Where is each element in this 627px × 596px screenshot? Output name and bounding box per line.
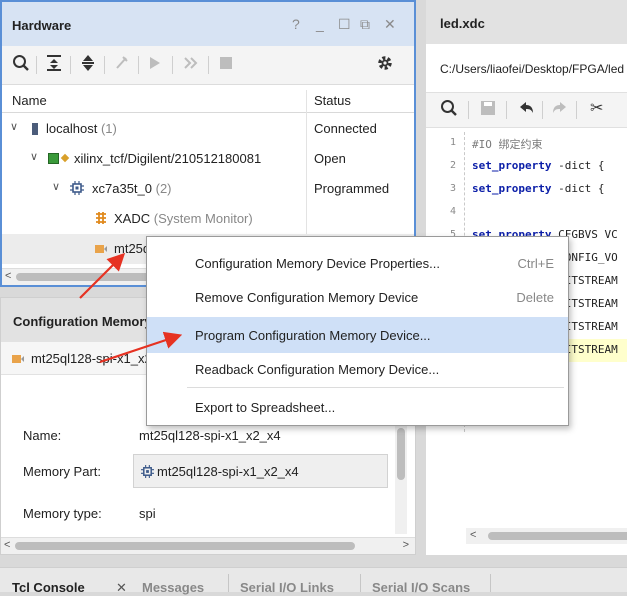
- cut-icon[interactable]: ✂: [590, 98, 603, 118]
- bottom-tab-bar: Tcl Console ✕ Messages Serial I/O Links …: [0, 567, 627, 595]
- tab-serial-io-scans[interactable]: Serial I/O Scans: [372, 580, 470, 595]
- field-value-memory-type: spi: [139, 506, 156, 521]
- status-text: Programmed: [314, 181, 390, 196]
- maximize-icon[interactable]: ☐: [338, 16, 351, 33]
- server-icon: [32, 123, 38, 135]
- field-value-memory-part: mt25ql128-spi-x1_x2_x4: [157, 464, 299, 479]
- search-icon[interactable]: [440, 99, 458, 122]
- scroll-thumb[interactable]: [16, 273, 156, 281]
- save-icon: [480, 99, 496, 122]
- scroll-thumb[interactable]: [488, 532, 627, 540]
- tree-label: localhost (1): [46, 121, 117, 136]
- memory-icon: [94, 242, 108, 259]
- chevron-down-icon[interactable]: ∨: [52, 180, 60, 193]
- scroll-thumb[interactable]: [15, 542, 355, 550]
- menu-item-remove[interactable]: Remove Configuration Memory Device Delet…: [147, 279, 568, 315]
- help-icon[interactable]: ?: [292, 16, 300, 32]
- search-icon[interactable]: [12, 54, 30, 77]
- auto-connect-icon: [114, 54, 130, 77]
- tab-messages[interactable]: Messages: [142, 580, 204, 595]
- tree-row-xadc[interactable]: XADC (System Monitor): [2, 204, 414, 234]
- code-line: 3 set_property -dict {: [449, 182, 605, 195]
- tab-tcl-console[interactable]: Tcl Console: [12, 580, 85, 595]
- context-menu: Configuration Memory Device Properties..…: [146, 236, 569, 426]
- status-text: Connected: [314, 121, 377, 136]
- run-icon: [148, 54, 162, 77]
- collapse-all-icon[interactable]: [46, 54, 62, 77]
- redo-icon: [552, 99, 568, 122]
- hardware-title: Hardware: [12, 18, 72, 33]
- gear-icon[interactable]: [376, 54, 394, 77]
- field-value-name: mt25ql128-spi-x1_x2_x4: [139, 428, 281, 443]
- scroll-right-icon[interactable]: >: [403, 539, 409, 551]
- hardware-titlebar: Hardware ? _ ☐ ⧉ ✕: [2, 2, 414, 46]
- menu-item-program[interactable]: Program Configuration Memory Device...: [147, 317, 568, 353]
- tab-serial-io-links[interactable]: Serial I/O Links: [240, 580, 334, 595]
- restore-icon[interactable]: ⧉: [360, 16, 370, 33]
- tree-label: xc7a35t_0 (2): [92, 181, 172, 196]
- chevron-down-icon[interactable]: ∨: [30, 150, 38, 163]
- chip-icon: [70, 181, 84, 198]
- field-label-memory-type: Memory type:: [23, 506, 102, 521]
- column-header: Name Status: [2, 90, 414, 113]
- double-chevron-icon: [182, 54, 200, 77]
- undo-icon[interactable]: [518, 99, 534, 122]
- hardware-toolbar: [2, 46, 414, 85]
- properties-hscroll[interactable]: < >: [1, 537, 415, 554]
- stop-icon: [218, 54, 234, 77]
- menu-item-export[interactable]: Export to Spreadsheet...: [147, 389, 568, 425]
- memory-icon: [11, 352, 25, 369]
- cable-icon: [60, 153, 70, 163]
- tree-row-localhost[interactable]: ∨ localhost (1) Connected: [2, 114, 414, 144]
- scroll-thumb[interactable]: [397, 428, 405, 480]
- field-label-name: Name:: [23, 428, 62, 443]
- expand-all-icon[interactable]: [80, 54, 96, 77]
- properties-vscroll[interactable]: [395, 426, 407, 534]
- code-line: 2 set_property -dict {: [449, 159, 605, 172]
- field-label-memory-part: Memory Part:: [23, 464, 102, 479]
- board-icon: [48, 153, 59, 164]
- scroll-left-icon[interactable]: <: [5, 270, 11, 282]
- column-status[interactable]: Status: [314, 93, 351, 108]
- chevron-down-icon[interactable]: ∨: [10, 120, 18, 133]
- code-line: 1 #IO 绑定约束: [449, 137, 543, 151]
- editor-hscroll[interactable]: <: [466, 528, 627, 544]
- column-name[interactable]: Name: [12, 93, 47, 108]
- editor-tab-title[interactable]: led.xdc: [440, 16, 485, 31]
- scroll-left-icon[interactable]: <: [4, 539, 10, 551]
- scroll-left-icon[interactable]: <: [470, 529, 476, 541]
- status-text: Open: [314, 151, 346, 166]
- code-line: 4: [449, 206, 456, 217]
- tree-row-target[interactable]: ∨ xilinx_tcf/Digilent/210512180081 Open: [2, 144, 414, 174]
- menu-item-readback[interactable]: Readback Configuration Memory Device...: [147, 351, 568, 387]
- tree-row-device[interactable]: ∨ xc7a35t_0 (2) Programmed: [2, 174, 414, 204]
- file-path: C:/Users/liaofei/Desktop/FPGA/led: [440, 62, 625, 76]
- chip-icon: [141, 465, 154, 481]
- close-icon[interactable]: ✕: [116, 580, 127, 596]
- editor-titlebar: led.xdc: [426, 0, 627, 44]
- minimize-icon[interactable]: _: [316, 16, 324, 32]
- tree-label: XADC (System Monitor): [114, 211, 253, 226]
- menu-item-properties[interactable]: Configuration Memory Device Properties..…: [147, 245, 568, 281]
- editor-toolbar: ✂: [426, 92, 627, 128]
- xadc-icon: [94, 211, 108, 228]
- close-icon[interactable]: ✕: [384, 16, 396, 33]
- tree-label: xilinx_tcf/Digilent/210512180081: [74, 151, 262, 166]
